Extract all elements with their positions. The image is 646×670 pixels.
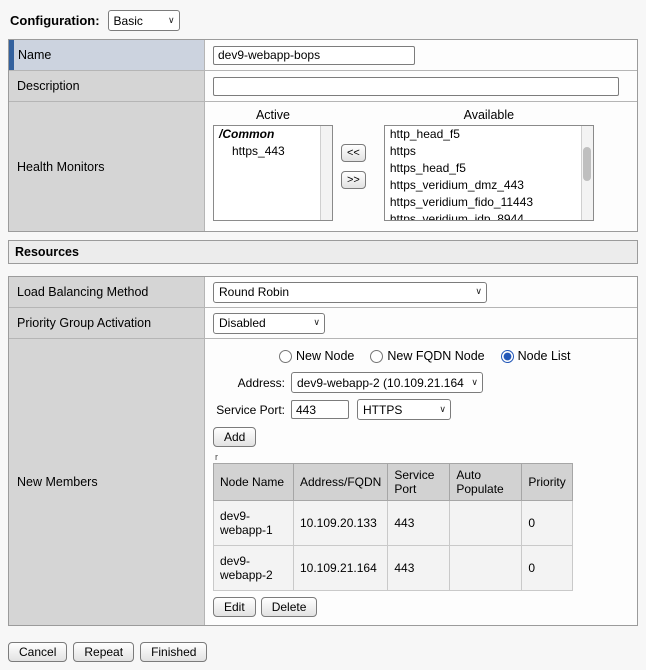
pool-configuration-page: Configuration: Basic ∨ Name Description	[0, 0, 646, 670]
description-input[interactable]	[213, 77, 619, 96]
col-header-address-fqdn: Address/FQDN	[294, 464, 388, 501]
name-label-cell: Name	[9, 40, 205, 70]
new-node-radio[interactable]	[279, 350, 292, 363]
move-to-active-button[interactable]: <<	[341, 144, 366, 162]
new-node-radio-label: New Node	[296, 349, 354, 363]
description-row: Description	[9, 70, 637, 101]
load-balancing-value-cell: Round Robin ∨	[205, 277, 637, 307]
priority-group-label: Priority Group Activation	[17, 316, 151, 330]
resources-section-header: Resources	[8, 240, 638, 264]
address-select[interactable]: dev9-webapp-2 (10.109.21.164)	[291, 372, 483, 393]
stray-text: r	[215, 453, 629, 462]
member-row[interactable]: dev9-webapp-1 10.109.20.133 443 0	[214, 501, 573, 546]
move-buttons-column: << >>	[341, 144, 366, 189]
health-monitors-label-cell: Health Monitors	[9, 102, 205, 231]
scrollbar-track[interactable]	[320, 126, 332, 220]
active-monitor-item[interactable]: https_443	[214, 143, 332, 160]
resources-title: Resources	[15, 245, 79, 259]
load-balancing-label-cell: Load Balancing Method	[9, 277, 205, 307]
radio-node-list[interactable]: Node List	[501, 349, 571, 363]
active-monitors-column: Active /Common https_443	[213, 108, 333, 221]
available-monitor-item[interactable]: http_head_f5	[385, 126, 593, 143]
health-monitors-dual-list: Active /Common https_443 << >> Available	[213, 108, 629, 221]
new-members-row: New Members New Node New FQDN Node Node …	[9, 338, 637, 625]
general-properties-table: Name Description Health Monitors Active	[8, 39, 638, 232]
service-select[interactable]: HTTPS	[357, 399, 451, 420]
scrollbar-thumb[interactable]	[583, 147, 591, 181]
name-label: Name	[18, 48, 51, 62]
member-auto-populate	[450, 501, 522, 546]
priority-group-value-cell: Disabled ∨	[205, 308, 637, 338]
col-header-priority: Priority	[522, 464, 572, 501]
new-members-value-cell: New Node New FQDN Node Node List Address…	[205, 339, 637, 625]
load-balancing-row: Load Balancing Method Round Robin ∨	[9, 277, 637, 307]
service-port-controls: HTTPS ∨	[291, 399, 451, 420]
node-list-radio[interactable]	[501, 350, 514, 363]
scrollbar-track[interactable]	[581, 126, 593, 220]
delete-button[interactable]: Delete	[261, 597, 318, 617]
service-port-input[interactable]	[291, 400, 349, 419]
member-priority: 0	[522, 501, 572, 546]
available-monitor-item[interactable]: https_veridium_dmz_443	[385, 177, 593, 194]
priority-group-row: Priority Group Activation Disabled ∨	[9, 307, 637, 338]
radio-new-node[interactable]: New Node	[279, 349, 354, 363]
footer-buttons: Cancel Repeat Finished	[8, 642, 638, 662]
member-address: 10.109.20.133	[294, 501, 388, 546]
priority-group-select[interactable]: Disabled	[213, 313, 325, 334]
active-list-title: Active	[213, 108, 333, 122]
new-member-form: Address: dev9-webapp-2 (10.109.21.164) ∨…	[213, 372, 629, 420]
name-row: Name	[9, 40, 637, 70]
health-monitors-label: Health Monitors	[17, 160, 105, 174]
members-table: Node Name Address/FQDN Service Port Auto…	[213, 463, 573, 591]
cancel-button[interactable]: Cancel	[8, 642, 67, 662]
name-value-cell	[205, 40, 637, 70]
list-group-common: /Common	[214, 126, 332, 143]
available-list-title: Available	[384, 108, 594, 122]
resources-table: Load Balancing Method Round Robin ∨ Prio…	[8, 276, 638, 626]
configuration-row: Configuration: Basic ∨	[10, 10, 636, 31]
description-value-cell	[205, 71, 637, 101]
address-label: Address:	[238, 376, 285, 390]
members-table-header-row: Node Name Address/FQDN Service Port Auto…	[214, 464, 573, 501]
new-fqdn-node-radio-label: New FQDN Node	[387, 349, 484, 363]
available-monitor-item[interactable]: https_veridium_idp_8944	[385, 211, 593, 221]
description-label: Description	[17, 79, 80, 93]
load-balancing-label: Load Balancing Method	[17, 285, 148, 299]
new-fqdn-node-radio[interactable]	[370, 350, 383, 363]
available-monitor-item[interactable]: https_head_f5	[385, 160, 593, 177]
available-monitors-listbox[interactable]: http_head_f5 https https_head_f5 https_v…	[384, 125, 594, 221]
member-port: 443	[388, 501, 450, 546]
finished-button[interactable]: Finished	[140, 642, 207, 662]
health-monitors-value-cell: Active /Common https_443 << >> Available	[205, 102, 637, 231]
active-monitors-listbox[interactable]: /Common https_443	[213, 125, 333, 221]
col-header-auto-populate: Auto Populate	[450, 464, 522, 501]
name-input[interactable]	[213, 46, 415, 65]
priority-group-label-cell: Priority Group Activation	[9, 308, 205, 338]
col-header-service-port: Service Port	[388, 464, 450, 501]
description-label-cell: Description	[9, 71, 205, 101]
node-type-radio-group: New Node New FQDN Node Node List	[279, 349, 629, 363]
service-port-label: Service Port:	[216, 403, 285, 417]
available-monitors-column: Available http_head_f5 https https_head_…	[384, 108, 594, 221]
radio-new-fqdn-node[interactable]: New FQDN Node	[370, 349, 484, 363]
add-button[interactable]: Add	[213, 427, 256, 447]
configuration-label: Configuration:	[10, 13, 100, 28]
available-monitor-item[interactable]: https	[385, 143, 593, 160]
move-to-available-button[interactable]: >>	[341, 171, 366, 189]
node-list-radio-label: Node List	[518, 349, 571, 363]
repeat-button[interactable]: Repeat	[73, 642, 134, 662]
health-monitors-row: Health Monitors Active /Common https_443…	[9, 101, 637, 231]
configuration-select[interactable]: Basic	[108, 10, 180, 31]
new-members-label: New Members	[17, 475, 98, 489]
edit-button[interactable]: Edit	[213, 597, 256, 617]
member-actions: Edit Delete	[213, 597, 629, 617]
new-members-label-cell: New Members	[9, 339, 205, 625]
member-node-name: dev9-webapp-1	[214, 501, 294, 546]
load-balancing-select[interactable]: Round Robin	[213, 282, 487, 303]
col-header-node-name: Node Name	[214, 464, 294, 501]
available-monitor-item[interactable]: https_veridium_fido_11443	[385, 194, 593, 211]
